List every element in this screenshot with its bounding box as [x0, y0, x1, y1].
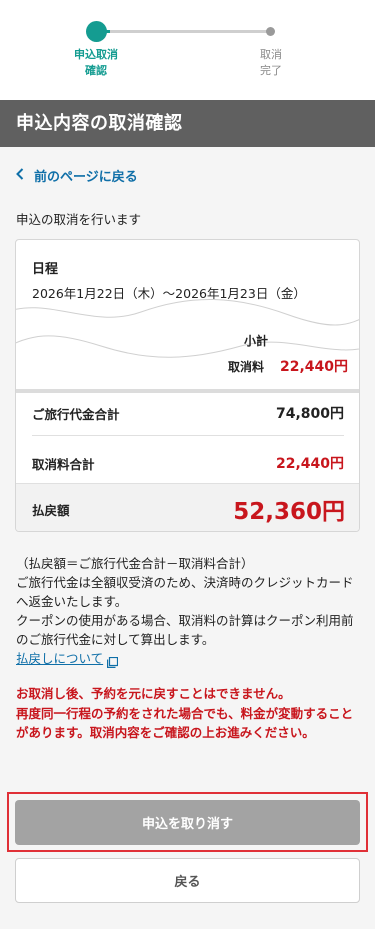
- page-title: 申込内容の取消確認: [0, 100, 375, 147]
- stepper-track: [98, 30, 270, 33]
- fee-total-row: 取消料合計 22,440円: [32, 453, 344, 473]
- step-1-label-line1: 申込取消: [74, 48, 118, 61]
- total-label: ご旅行代金合計: [32, 406, 120, 422]
- refund-notes: （払戻額＝ご旅行代金合計－取消料合計） ご旅行代金は全額収受済のため、決済時のク…: [16, 554, 361, 668]
- refund-label: 払戻額: [32, 503, 70, 518]
- notes-formula: （払戻額＝ご旅行代金合計－取消料合計）: [16, 556, 254, 571]
- cancellation-summary-card: 日程 2026年1月22日（木）～2026年1月23日（金） 小計 取消料 22…: [15, 239, 360, 532]
- notes-coupon: クーポンの使用がある場合、取消料の計算はクーポン利用前のご旅行代金に対して算出し…: [16, 613, 354, 647]
- refund-info-link[interactable]: 払戻しについて: [16, 649, 119, 668]
- refund-row: 払戻額 52,360円: [16, 483, 359, 531]
- step-1-indicator: [86, 21, 107, 42]
- card-divider: [16, 389, 359, 393]
- back-link-label: 前のページに戻る: [34, 170, 138, 185]
- total-row: ご旅行代金合計 74,800円: [32, 403, 344, 423]
- total-value: 74,800円: [275, 406, 344, 422]
- warning-line1: お取消し後、予約を元に戻すことはできません。: [16, 686, 291, 701]
- back-button[interactable]: 戻る: [15, 858, 360, 903]
- main-content: 前のページに戻る 申込の取消を行います 日程 2026年1月22日（木）～202…: [0, 147, 375, 929]
- omitted-content-wave: [16, 298, 359, 358]
- fee-label: 取消料: [228, 360, 265, 374]
- fee-total-label: 取消料合計: [32, 456, 95, 472]
- refund-value: 52,360円: [233, 499, 345, 525]
- fee-value: 22,440円: [280, 359, 349, 375]
- back-to-previous-link[interactable]: 前のページに戻る: [16, 166, 138, 185]
- fee-total-value: 22,440円: [275, 456, 344, 472]
- row-divider: [32, 435, 344, 436]
- cancellation-warning: お取消し後、予約を元に戻すことはできません。 再度同一行程の予約をされた場合でも…: [16, 684, 361, 743]
- intro-text: 申込の取消を行います: [16, 212, 142, 227]
- refund-info-link-label: 払戻しについて: [16, 651, 104, 666]
- chevron-left-icon: [16, 167, 24, 184]
- external-link-icon: [107, 654, 119, 668]
- step-1-label-line2: 確認: [85, 64, 107, 77]
- step-1-label: 申込取消 確認: [66, 47, 126, 79]
- cancel-application-button[interactable]: 申込を取り消す: [15, 800, 360, 845]
- step-2-indicator: [266, 27, 275, 36]
- notes-refund-method: ご旅行代金は全額収受済のため、決済時のクレジットカードへ返金いたします。: [16, 575, 354, 609]
- progress-stepper: 申込取消 確認 取消 完了: [0, 0, 375, 100]
- subtotal-label: 小計: [244, 334, 269, 348]
- step-2-label-line1: 取消: [260, 48, 282, 61]
- warning-line2: 再度同一行程の予約をされた場合でも、料金が変動することがあります。取消内容をご確…: [16, 705, 354, 741]
- schedule-title: 日程: [32, 262, 59, 277]
- step-2-label: 取消 完了: [246, 47, 296, 79]
- step-2-label-line2: 完了: [260, 64, 282, 77]
